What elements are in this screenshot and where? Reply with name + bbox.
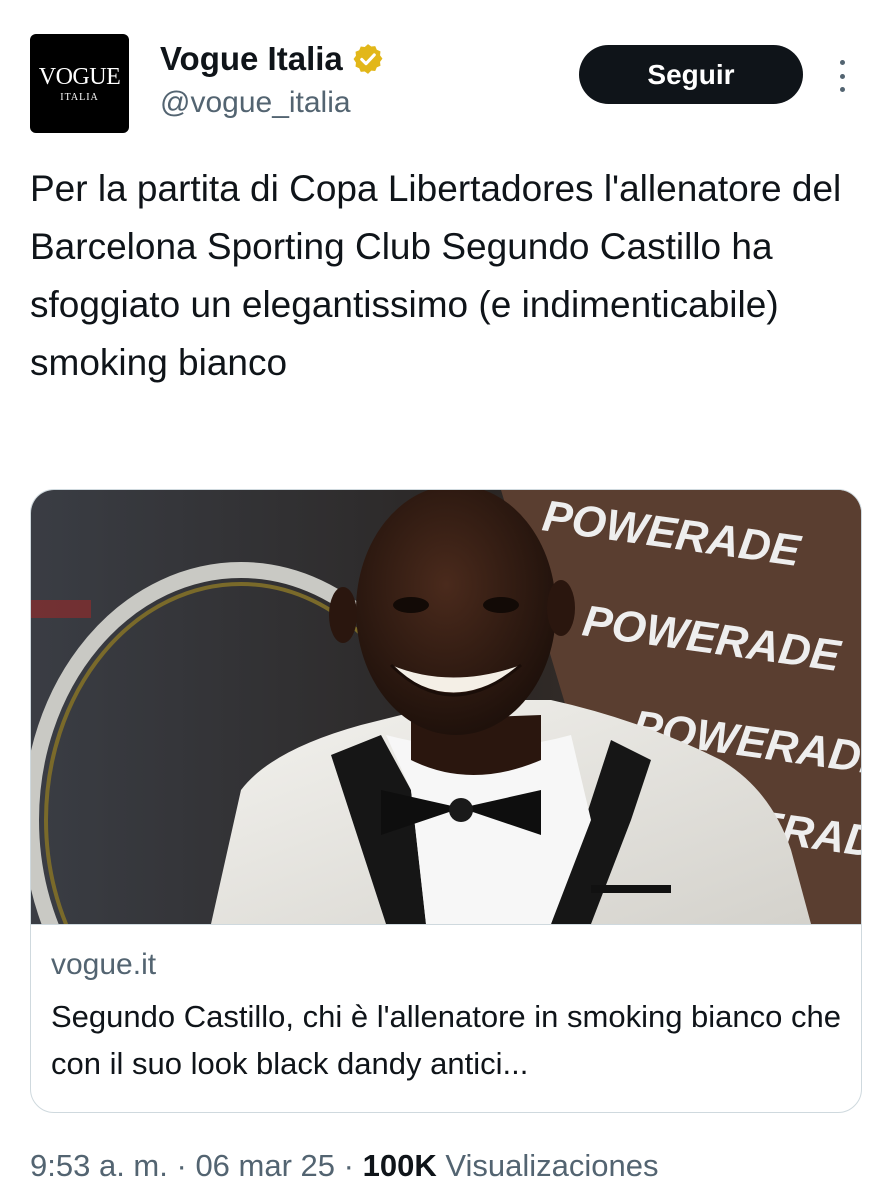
name-row: Vogue Italia xyxy=(160,40,385,78)
separator: · xyxy=(176,1148,187,1183)
handle[interactable]: @vogue_italia xyxy=(160,86,351,120)
views-label: Visualizaciones xyxy=(445,1148,659,1183)
card-meta[interactable]: vogue.it Segundo Castillo, chi è l'allen… xyxy=(31,924,861,1112)
avatar-logo-subtext: ITALIA xyxy=(60,91,99,103)
follow-button[interactable]: Seguir xyxy=(579,45,803,104)
card-image[interactable]: POWERADE POWERADE POWERADE ERADE xyxy=(31,490,861,924)
card-photo: POWERADE POWERADE POWERADE ERADE xyxy=(31,490,861,924)
more-dot xyxy=(839,60,845,65)
more-vertical-icon[interactable] xyxy=(828,56,856,96)
card-title: Segundo Castillo, chi è l'allenatore in … xyxy=(51,999,842,1081)
verified-badge-icon xyxy=(353,44,383,74)
more-dot xyxy=(839,73,845,79)
display-name[interactable]: Vogue Italia xyxy=(160,40,343,78)
tweet-time[interactable]: 9:53 a. m. xyxy=(30,1148,168,1183)
link-card[interactable]: POWERADE POWERADE POWERADE ERADE vogue.i… xyxy=(30,489,862,1113)
tweet-text: Per la partita di Copa Libertadores l'al… xyxy=(30,168,842,383)
tweet-footer: 9:53 a. m. · 06 mar 25 · 100K Visualizac… xyxy=(30,1148,658,1184)
separator: · xyxy=(343,1148,354,1183)
avatar[interactable]: VOGUE ITALIA xyxy=(30,34,129,133)
avatar-logo-text: VOGUE xyxy=(38,63,121,90)
views-count: 100K xyxy=(362,1148,437,1183)
card-domain: vogue.it xyxy=(51,948,157,981)
tweet-header: VOGUE ITALIA Vogue Italia @vogue_italia … xyxy=(0,0,892,150)
more-dot xyxy=(839,87,845,92)
tweet-date[interactable]: 06 mar 25 xyxy=(195,1148,335,1183)
